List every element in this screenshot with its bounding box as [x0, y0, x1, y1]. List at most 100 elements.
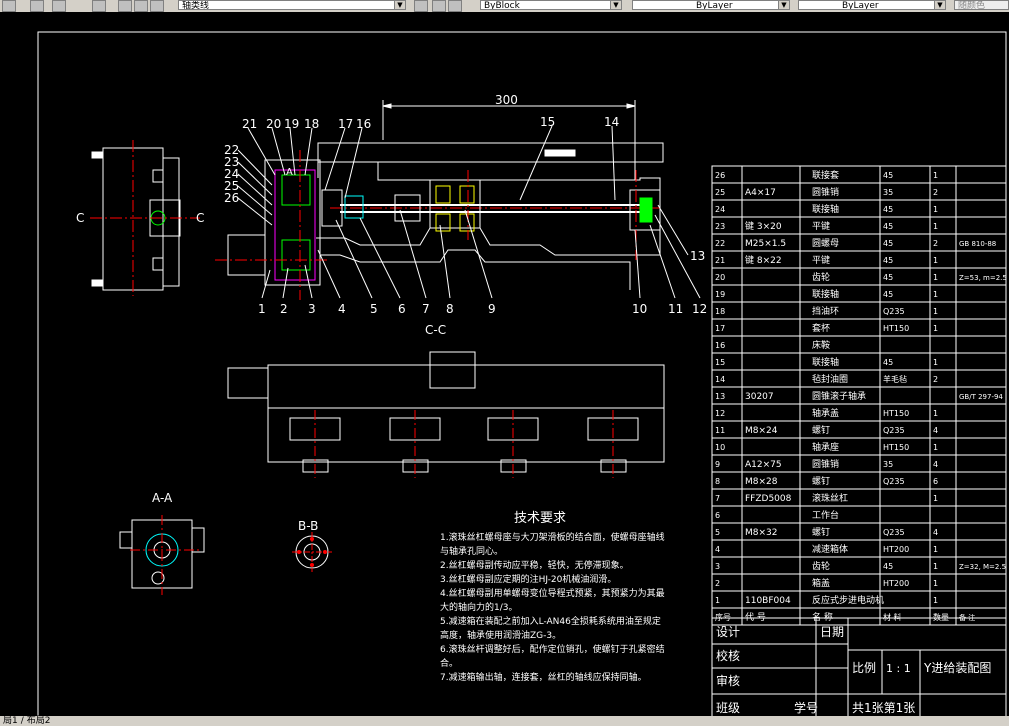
- bom-table: 26 联接套 45 125 A4×17 圆锥销 35 224 联接轴 45 123 键 3×20 平键 4…: [711, 165, 1007, 626]
- bom-cell: HT150: [883, 443, 909, 452]
- callout-14: 14: [604, 115, 619, 129]
- layer-previous-icon[interactable]: [432, 0, 446, 12]
- bom-cell: 45: [883, 205, 893, 214]
- callout-21: 21: [242, 117, 257, 131]
- section-mark-c-left: C: [76, 211, 84, 225]
- title-design: 设计: [716, 625, 740, 639]
- section-bb-view: B-B: [292, 519, 332, 572]
- bom-cell: 2: [933, 188, 938, 197]
- bom-cell: 9: [715, 460, 720, 469]
- callout-15: 15: [540, 115, 555, 129]
- callout-26: 26: [224, 191, 239, 205]
- bom-cell: 螺钉: [812, 476, 830, 487]
- chevron-down-icon[interactable]: ▼: [394, 1, 405, 9]
- bom-cell: 2: [715, 579, 720, 588]
- bom-cell: Q235: [883, 477, 905, 486]
- bom-cell: GB 810-88: [959, 240, 996, 248]
- bom-cell: 联接轴: [812, 288, 839, 300]
- tech-line: 4.丝杠螺母副用单螺母变位导程式预紧，其预紧力为其最: [440, 587, 665, 599]
- tech-line: 1.滚珠丝杠螺母座与大刀架滑板的结合面，使螺母座轴线: [440, 531, 665, 543]
- bom-cell: 1: [933, 545, 938, 554]
- bom-header-cell: 材 料: [883, 612, 902, 622]
- bom-cell: 6: [933, 477, 938, 486]
- layer-lock-icon[interactable]: [150, 0, 164, 12]
- toolbar-button[interactable]: [2, 0, 16, 12]
- dimension-300: 300: [495, 93, 518, 107]
- toolbar-button[interactable]: [52, 0, 66, 12]
- drawing-canvas[interactable]: 300 21 20 19 18 17 16 15 14 22 23 24 25 …: [0, 12, 1009, 721]
- bom-cell: 1: [933, 290, 938, 299]
- tab-layout-2[interactable]: 布局2: [24, 716, 54, 726]
- callout-3: 3: [308, 302, 316, 316]
- bom-cell: 螺钉: [812, 527, 830, 538]
- bom-cell: 30207: [745, 392, 774, 402]
- callout-9: 9: [488, 302, 496, 316]
- bom-cell: 4: [933, 528, 938, 537]
- tech-line: 合。: [440, 657, 458, 669]
- bom-cell: 联接套: [812, 169, 839, 181]
- bom-cell: 5: [715, 528, 720, 537]
- section-label-aa: A-A: [152, 491, 173, 505]
- callout-13: 13: [690, 249, 705, 263]
- bom-cell: 齿轮: [812, 271, 830, 283]
- lineweight-combo[interactable]: ByLayer ▼: [632, 0, 790, 10]
- drawing-frame: [37, 31, 1007, 721]
- callout-1: 1: [258, 302, 266, 316]
- chevron-down-icon[interactable]: ▼: [610, 1, 621, 9]
- callout-17: 17: [338, 117, 353, 131]
- title-review: 审核: [716, 673, 740, 688]
- bom-cell: 平键: [812, 254, 830, 266]
- bom-cell: HT200: [883, 545, 909, 554]
- bom-cell: 床鞍: [812, 339, 830, 351]
- plotstyle-combo[interactable]: ByLayer ▼: [798, 0, 946, 10]
- bom-cell: Z=32, M=2.5: [959, 563, 1006, 571]
- bom-cell: 35: [883, 460, 893, 469]
- color-combo-value: 随颜色: [958, 1, 986, 10]
- bom-header-cell: 名 称: [812, 611, 833, 623]
- bom-cell: 1: [933, 205, 938, 214]
- toolbar-button[interactable]: [30, 0, 44, 12]
- bom-cell: 圆螺母: [812, 238, 839, 249]
- callout-8: 8: [446, 302, 454, 316]
- layer-combo[interactable]: 轴类线 ▼: [178, 0, 406, 10]
- title-sheets: 共1张第1张: [852, 701, 915, 715]
- layer-manager-icon[interactable]: [92, 0, 106, 12]
- layer-visibility-icon[interactable]: [118, 0, 132, 12]
- top-view: [227, 351, 665, 478]
- bom-cell: 11: [715, 426, 725, 435]
- callout-20: 20: [266, 117, 281, 131]
- linetype-combo[interactable]: ByBlock ▼: [480, 0, 622, 10]
- label-a: A: [286, 167, 293, 178]
- bom-cell: 45: [883, 562, 893, 571]
- callout-18: 18: [304, 117, 319, 131]
- chevron-down-icon[interactable]: ▼: [778, 1, 789, 9]
- color-combo: 随颜色: [954, 0, 1009, 10]
- bom-cell: Q235: [883, 528, 905, 537]
- bom-cell: 23: [715, 222, 725, 231]
- bom-cell: 螺钉: [812, 425, 830, 436]
- bom-cell: 羊毛毡: [883, 374, 907, 384]
- section-label-bb: B-B: [298, 519, 318, 533]
- tab-layout-1[interactable]: 局1: [0, 716, 21, 726]
- title-date: 日期: [820, 625, 844, 639]
- bom-cell: 21: [715, 256, 725, 265]
- section-mark-c-right: C: [196, 211, 204, 225]
- bom-cell: 12: [715, 409, 725, 418]
- bom-cell: 3: [715, 562, 720, 571]
- bom-cell: 工作台: [812, 509, 839, 521]
- layer-sun-icon[interactable]: [134, 0, 148, 12]
- tech-line: 7.减速箱输出轴，连接套，丝杠的轴线应保持同轴。: [440, 671, 647, 683]
- layer-state-icon[interactable]: [448, 0, 462, 12]
- bom-cell: 1: [933, 358, 938, 367]
- bom-cell: 45: [883, 273, 893, 282]
- bom-cell: 齿轮: [812, 560, 830, 572]
- title-drawing-name: Y进给装配图: [923, 661, 991, 675]
- bom-cell: 圆锥销: [812, 186, 839, 198]
- chevron-down-icon[interactable]: ▼: [934, 1, 945, 9]
- bom-cell: HT150: [883, 409, 909, 418]
- tech-line: 大的轴向力的1/3。: [440, 601, 518, 613]
- bom-cell: 1: [933, 409, 938, 418]
- bom-cell: HT150: [883, 324, 909, 333]
- bom-cell: 2: [933, 239, 938, 248]
- make-layer-current-icon[interactable]: [414, 0, 428, 12]
